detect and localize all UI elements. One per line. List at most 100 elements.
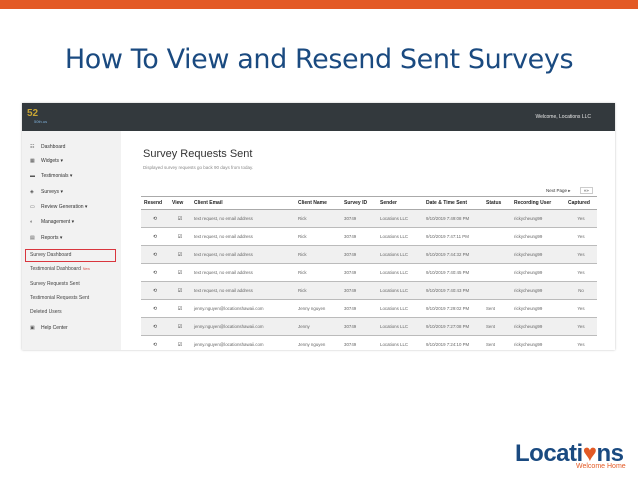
status-cell <box>483 227 511 246</box>
view-icon[interactable]: ☑ <box>169 335 191 350</box>
sidebar-item-widgets[interactable]: ▦ Widgets ▾ <box>30 158 63 164</box>
sidebar-subitem-survey-requests-sent[interactable]: Survey Requests Sent <box>30 281 80 287</box>
survey-id-cell: 30749 <box>341 281 377 300</box>
resend-icon[interactable]: ⟲ <box>141 245 169 264</box>
survey-id-cell: 30749 <box>341 227 377 246</box>
captured-cell: Yes <box>565 335 597 350</box>
sidebar-item-testimonials[interactable]: ▬ Testimonials ▾ <box>30 173 72 179</box>
survey-id-cell: 30749 <box>341 245 377 264</box>
view-icon[interactable]: ☑ <box>169 209 191 228</box>
client-name-cell: Jenny nguyen <box>295 299 341 318</box>
sender-cell: Locations LLC <box>377 299 423 318</box>
captured-cell: Yes <box>565 299 597 318</box>
resend-icon[interactable]: ⟲ <box>141 317 169 336</box>
table-row: ⟲ ☑ text request, no email address Rick 3074… <box>141 281 597 300</box>
sidebar-item-label: Review Generation ▾ <box>41 204 88 210</box>
date-sent-cell: 9/10/2019 7:40:43 PM <box>423 281 483 300</box>
resend-icon[interactable]: ⟲ <box>141 299 169 318</box>
column-header[interactable]: Date & Time Sent <box>423 196 483 210</box>
page-heading: Survey Requests Sent <box>143 148 253 160</box>
client-email-cell: jenny.nguyen@locationshawaii.com <box>191 317 295 336</box>
column-header[interactable]: Client Email <box>191 196 295 210</box>
client-email-cell: text request, no email address <box>191 281 295 300</box>
captured-cell: Yes <box>565 245 597 264</box>
surveys-icon: ◈ <box>30 189 34 195</box>
column-header[interactable]: Survey ID <box>341 196 377 210</box>
slide-title: How To View and Resend Sent Surveys <box>64 44 574 75</box>
brand-pre: Locati <box>515 440 583 467</box>
column-header[interactable]: Status <box>483 196 511 210</box>
testimonials-icon: ▬ <box>30 173 35 179</box>
sidebar-subitem-testimonial-dashboard[interactable]: Testimonial Dashboard New <box>30 266 90 272</box>
recording-user-cell: rickycheung99 <box>511 227 565 246</box>
next-page-link[interactable]: Next Page ▸ <box>546 188 571 193</box>
recording-user-cell: rickycheung99 <box>511 245 565 264</box>
recording-user-cell: rickycheung99 <box>511 263 565 282</box>
last-page-button[interactable]: »» <box>579 187 593 194</box>
table-row: ⟲ ☑ text request, no email address Rick 3074… <box>141 227 597 246</box>
sidebar-item-management[interactable]: ◐ Management ▾ <box>30 219 74 225</box>
new-badge: New <box>82 267 90 271</box>
view-icon[interactable]: ☑ <box>169 263 191 282</box>
column-header[interactable]: Resend <box>141 196 169 210</box>
survey-id-cell: 30749 <box>341 299 377 318</box>
client-name-cell: Rick <box>295 281 341 300</box>
sidebar-item-label: Testimonials ▾ <box>41 173 73 179</box>
recording-user-cell: rickycheung99 <box>511 335 565 350</box>
client-email-cell: text request, no email address <box>191 209 295 228</box>
date-sent-cell: 9/10/2019 7:44:32 PM <box>423 245 483 264</box>
main-content: Survey Requests Sent Displayed survey re… <box>121 131 615 350</box>
widgets-icon: ▦ <box>30 158 35 164</box>
resend-icon[interactable]: ⟲ <box>141 281 169 300</box>
column-header[interactable]: Captured <box>565 196 597 210</box>
column-header[interactable]: Sender <box>377 196 423 210</box>
sender-cell: Locations LLC <box>377 209 423 228</box>
view-icon[interactable]: ☑ <box>169 245 191 264</box>
sidebar-subitem-deleted-users[interactable]: Deleted Users <box>30 309 62 315</box>
sidebar-subitem-testimonial-requests-sent[interactable]: Testimonial Requests Sent <box>30 295 89 301</box>
pager: Next Page ▸ »» <box>546 187 593 194</box>
recording-user-cell: rickycheung99 <box>511 281 565 300</box>
captured-cell: No <box>565 281 597 300</box>
column-header[interactable]: Recording User <box>511 196 565 210</box>
sidebar-item-review-generation[interactable]: ▭ Review Generation ▾ <box>30 204 87 210</box>
app-logo[interactable]: 52 <box>27 108 38 119</box>
recording-user-cell: rickycheung99 <box>511 317 565 336</box>
page-subheading: Displayed survey requests go back 90 day… <box>143 165 254 170</box>
client-email-cell: jenny.nguyen@locationshawaii.com <box>191 299 295 318</box>
resend-icon[interactable]: ⟲ <box>141 227 169 246</box>
sidebar-item-dashboard[interactable]: ☷ Dashboard <box>30 144 65 150</box>
welcome-user-menu[interactable]: Welcome, Locations LLC <box>536 114 592 120</box>
management-icon: ◐ <box>30 219 34 225</box>
status-cell <box>483 245 511 264</box>
sidebar-item-label: Widgets ▾ <box>41 158 63 164</box>
date-sent-cell: 9/10/2019 7:24:10 PM <box>423 335 483 350</box>
resend-icon[interactable]: ⟲ <box>141 209 169 228</box>
survey-id-cell: 30749 <box>341 335 377 350</box>
resend-icon[interactable]: ⟲ <box>141 263 169 282</box>
survey-id-cell: 30749 <box>341 263 377 282</box>
date-sent-cell: 9/10/2019 7:29:02 PM <box>423 299 483 318</box>
table-row: ⟲ ☑ jenny.nguyen@locationshawaii.com Jenny 3… <box>141 317 597 336</box>
table-row: ⟲ ☑ jenny.nguyen@locationshawaii.com Jenny … <box>141 299 597 318</box>
column-header[interactable]: Client Name <box>295 196 341 210</box>
sidebar-item-label: Help Center <box>41 325 68 331</box>
table-row: ⟲ ☑ text request, no email address Rick 3074… <box>141 245 597 264</box>
app-logo-text: 50th.us <box>34 119 48 124</box>
sidebar-item-surveys[interactable]: ◈ Surveys ▾ <box>30 189 63 195</box>
status-cell: Sent <box>483 335 511 350</box>
client-name-cell: Rick <box>295 263 341 282</box>
view-icon[interactable]: ☑ <box>169 281 191 300</box>
table-row: ⟲ ☑ jenny.nguyen@locationshawaii.com Jenny … <box>141 335 597 350</box>
status-cell <box>483 209 511 228</box>
sidebar-item-reports[interactable]: ▤ Reports ▾ <box>30 235 62 241</box>
view-icon[interactable]: ☑ <box>169 227 191 246</box>
view-icon[interactable]: ☑ <box>169 299 191 318</box>
top-accent-bar <box>0 0 638 9</box>
view-icon[interactable]: ☑ <box>169 317 191 336</box>
resend-icon[interactable]: ⟲ <box>141 335 169 350</box>
sidebar-item-help-center[interactable]: ▣ Help Center <box>30 325 68 331</box>
captured-cell: Yes <box>565 317 597 336</box>
column-header[interactable]: View <box>169 196 191 210</box>
date-sent-cell: 9/10/2019 7:27:08 PM <box>423 317 483 336</box>
